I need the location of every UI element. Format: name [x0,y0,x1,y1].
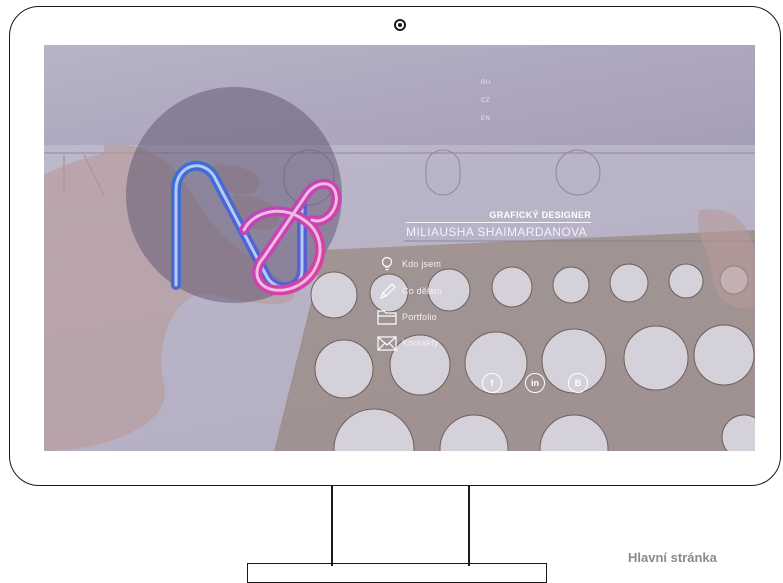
menu-label: Portfolio [402,312,437,322]
pencil-icon [376,282,398,300]
menu-item-kdo-jsem[interactable]: Kdo jsem [376,254,441,274]
menu-item-co-delam[interactable]: Co dělám [376,281,442,301]
envelope-icon [376,334,398,352]
title-divider [406,222,591,223]
menu-item-kontakty[interactable]: Kontakty [376,333,439,353]
stand-left-edge [331,486,333,566]
menu-item-portfolio[interactable]: Portfolio [376,307,437,327]
facebook-icon[interactable]: f [482,373,502,393]
job-title: GRAFICKÝ DESIGNER [489,210,591,220]
website-screen: RU CZ EN GRAFICKÝ DESIGNER MILIAUSHA SHA… [44,45,755,451]
lightbulb-icon [376,255,398,273]
designer-name: MILIAUSHA SHAIMARDANOVA [406,225,588,239]
linkedin-icon[interactable]: in [525,373,545,393]
page-caption: Hlavní stránka [628,550,717,565]
behance-icon[interactable]: B [568,373,588,393]
menu-label: Kdo jsem [402,259,442,269]
menu-label: Co dělám [402,286,443,296]
folder-icon [376,308,398,326]
language-ru[interactable]: RU [481,80,491,86]
language-en[interactable]: EN [481,116,490,122]
stand-base [247,563,547,583]
camera-icon [394,19,406,31]
menu-label: Kontakty [402,338,439,348]
background-photo [44,87,755,451]
language-cz[interactable]: CZ [481,98,490,104]
stand-right-edge [468,486,470,566]
